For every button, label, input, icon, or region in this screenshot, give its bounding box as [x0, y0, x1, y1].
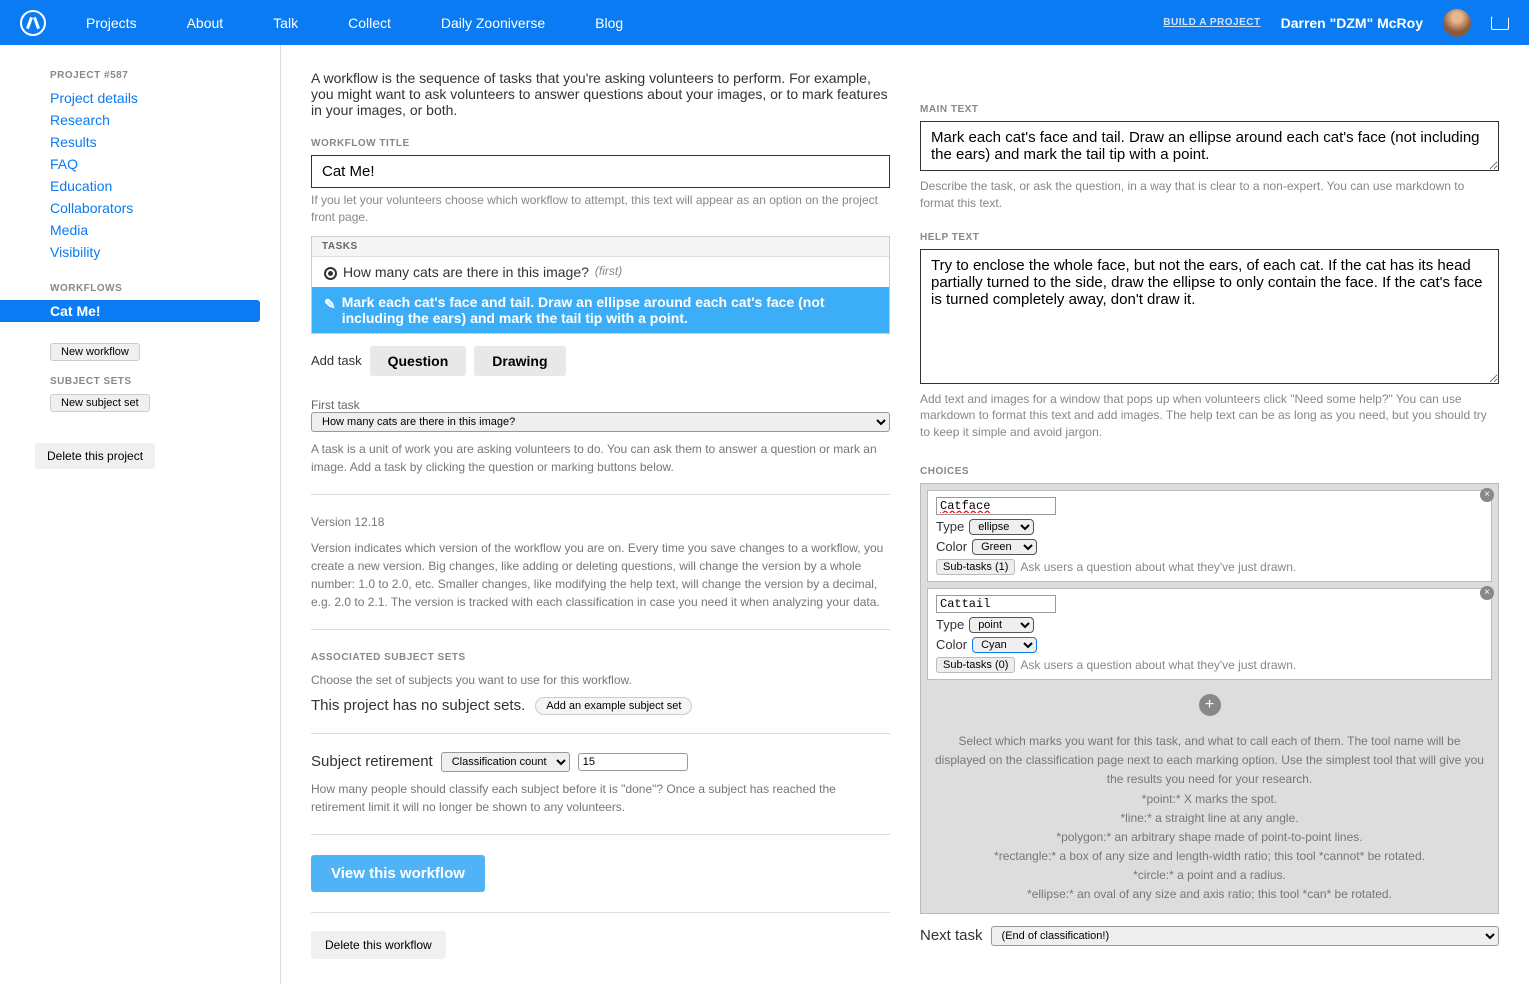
nav-collect[interactable]: Collect — [348, 15, 391, 31]
choices-label: CHOICES — [920, 466, 1499, 477]
retirement-hint: How many people should classify each sub… — [311, 780, 890, 816]
choice-1-subtasks-button[interactable]: Sub-tasks (1) — [936, 559, 1015, 575]
choices-help-text: Select which marks you want for this tas… — [921, 724, 1498, 913]
remove-choice-icon[interactable]: × — [1480, 586, 1494, 600]
help-text-label: HELP TEXT — [920, 232, 1499, 243]
messages-icon[interactable] — [1491, 16, 1509, 30]
version-hint: Version indicates which version of the w… — [311, 539, 890, 611]
sidebar-item-project-details[interactable]: Project details — [50, 90, 138, 106]
intro-text: A workflow is the sequence of tasks that… — [311, 70, 890, 118]
main-text-hint: Describe the task, or ask the question, … — [920, 178, 1499, 212]
add-task-label: Add task — [311, 353, 362, 368]
workflows-list: Cat Me! — [50, 300, 260, 322]
choice-1-name-input[interactable] — [936, 497, 1056, 515]
sidebar-item-education[interactable]: Education — [50, 178, 112, 194]
first-task-label: First task — [311, 398, 890, 412]
zooniverse-logo-icon[interactable] — [20, 10, 46, 36]
radio-icon — [324, 267, 337, 280]
workflows-heading: WORKFLOWS — [50, 283, 260, 294]
remove-choice-icon[interactable]: × — [1480, 488, 1494, 502]
user-name[interactable]: Darren "DZM" McRoy — [1281, 15, 1423, 31]
nav-projects[interactable]: Projects — [86, 15, 137, 31]
no-subjects-text: This project has no subject sets. — [311, 697, 525, 714]
sidebar-item-collaborators[interactable]: Collaborators — [50, 200, 133, 216]
sidebar-item-media[interactable]: Media — [50, 222, 88, 238]
subject-sets-heading: SUBJECT SETS — [50, 376, 260, 387]
retirement-count-input[interactable] — [578, 753, 688, 771]
task-hint: A task is a unit of work you are asking … — [311, 440, 890, 476]
workflow-title-label: WORKFLOW TITLE — [311, 138, 890, 149]
avatar[interactable] — [1443, 9, 1471, 37]
help-text-input[interactable]: Try to enclose the whole face, but not t… — [920, 249, 1499, 384]
sidebar: PROJECT #587 Project details Research Re… — [0, 45, 280, 984]
project-nav-list: Project details Research Results FAQ Edu… — [50, 87, 260, 263]
project-heading: PROJECT #587 — [50, 70, 260, 81]
choices-box: × Type ellipse Color Green Sub-tasks (1)… — [920, 483, 1499, 914]
task-first-tag: (first) — [595, 264, 622, 278]
add-question-button[interactable]: Question — [370, 346, 467, 376]
choice-1-type-select[interactable]: ellipse — [969, 519, 1034, 535]
next-task-label: Next task — [920, 927, 983, 944]
sidebar-item-results[interactable]: Results — [50, 134, 97, 150]
workflow-title-hint: If you let your volunteers choose which … — [311, 192, 890, 226]
choice-2-type-select[interactable]: point — [969, 617, 1034, 633]
retirement-type-select[interactable]: Classification count — [441, 752, 570, 772]
color-label: Color — [936, 539, 967, 554]
nav-daily[interactable]: Daily Zooniverse — [441, 15, 545, 31]
new-subject-set-button[interactable]: New subject set — [50, 394, 150, 412]
task-2-text: Mark each cat's face and tail. Draw an e… — [342, 294, 877, 326]
associated-subject-sets-hint: Choose the set of subjects you want to u… — [311, 671, 890, 689]
sidebar-item-workflow-active[interactable]: Cat Me! — [50, 303, 101, 319]
type-label: Type — [936, 519, 964, 534]
first-task-select[interactable]: How many cats are there in this image? — [311, 412, 890, 432]
subtask-hint: Ask users a question about what they've … — [1020, 658, 1296, 672]
next-task-select[interactable]: (End of classification!) — [991, 926, 1499, 946]
choice-2-color-select[interactable]: Cyan — [972, 637, 1037, 653]
choice-2: × Type point Color Cyan Sub-tasks (0) As… — [927, 588, 1492, 680]
main-nav: Projects About Talk Collect Daily Zooniv… — [86, 15, 623, 31]
delete-project-button[interactable]: Delete this project — [35, 443, 155, 469]
sidebar-item-research[interactable]: Research — [50, 112, 110, 128]
build-project-link[interactable]: BUILD A PROJECT — [1163, 17, 1260, 28]
pencil-icon: ✎ — [324, 296, 336, 313]
user-nav: BUILD A PROJECT Darren "DZM" McRoy — [1163, 9, 1509, 37]
choice-1: × Type ellipse Color Green Sub-tasks (1)… — [927, 490, 1492, 582]
left-column: A workflow is the sequence of tasks that… — [311, 70, 890, 959]
workflow-title-input[interactable] — [311, 155, 890, 188]
nav-about[interactable]: About — [187, 15, 224, 31]
color-label: Color — [936, 637, 967, 652]
task-item-2-active[interactable]: ✎ Mark each cat's face and tail. Draw an… — [312, 287, 889, 333]
choice-2-name-input[interactable] — [936, 595, 1056, 613]
associated-subject-sets-label: ASSOCIATED SUBJECT SETS — [311, 652, 890, 663]
add-choice-button[interactable]: + — [1199, 694, 1221, 716]
view-workflow-button[interactable]: View this workflow — [311, 855, 485, 892]
type-label: Type — [936, 617, 964, 632]
subject-retirement-label: Subject retirement — [311, 753, 433, 770]
main-text-label: MAIN TEXT — [920, 104, 1499, 115]
choice-1-color-select[interactable]: Green — [972, 539, 1037, 555]
task-item-1[interactable]: How many cats are there in this image? (… — [312, 257, 889, 287]
main-text-input[interactable]: Mark each cat's face and tail. Draw an e… — [920, 121, 1499, 171]
right-column: MAIN TEXT Mark each cat's face and tail.… — [920, 70, 1499, 959]
sidebar-item-faq[interactable]: FAQ — [50, 156, 78, 172]
subtask-hint: Ask users a question about what they've … — [1020, 560, 1296, 574]
new-workflow-button[interactable]: New workflow — [50, 343, 140, 361]
nav-talk[interactable]: Talk — [273, 15, 298, 31]
tasks-header: TASKS — [312, 237, 889, 257]
task-1-text: How many cats are there in this image? — [343, 264, 589, 280]
top-navbar: Projects About Talk Collect Daily Zooniv… — [0, 0, 1529, 45]
choice-2-subtasks-button[interactable]: Sub-tasks (0) — [936, 657, 1015, 673]
help-text-hint: Add text and images for a window that po… — [920, 391, 1499, 441]
add-drawing-button[interactable]: Drawing — [474, 346, 565, 376]
delete-workflow-button[interactable]: Delete this workflow — [311, 931, 446, 959]
tasks-box: TASKS How many cats are there in this im… — [311, 236, 890, 334]
version-text: Version 12.18 — [311, 513, 890, 531]
sidebar-item-visibility[interactable]: Visibility — [50, 244, 100, 260]
nav-blog[interactable]: Blog — [595, 15, 623, 31]
add-example-subject-set-button[interactable]: Add an example subject set — [535, 697, 692, 715]
